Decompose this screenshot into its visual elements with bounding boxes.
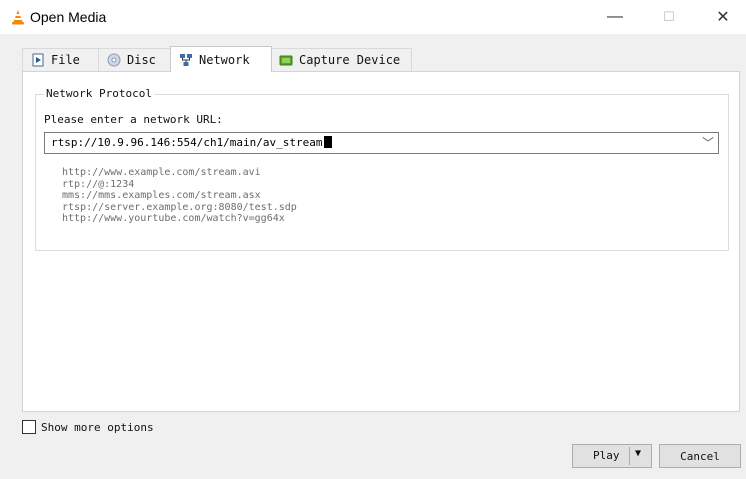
split-divider bbox=[629, 447, 630, 465]
show-more-options[interactable]: Show more options bbox=[22, 420, 154, 434]
example-urls: http://www.example.com/stream.avi rtp://… bbox=[62, 167, 297, 225]
network-url-input[interactable]: rtsp://10.9.96.146:554/ch1/main/av_strea… bbox=[51, 136, 332, 149]
tab-file-label: File bbox=[51, 53, 80, 67]
example-url: http://www.yourtube.com/watch?v=gg64x bbox=[62, 213, 285, 224]
tab-network-label: Network bbox=[199, 52, 250, 67]
chevron-down-icon[interactable]: ﹀ bbox=[702, 134, 714, 151]
network-url-combobox[interactable]: rtsp://10.9.96.146:554/ch1/main/av_strea… bbox=[44, 132, 719, 154]
tab-network[interactable]: Network bbox=[170, 46, 272, 72]
minimize-button[interactable]: — bbox=[592, 0, 638, 34]
play-button-label: Play bbox=[593, 449, 620, 462]
file-icon bbox=[32, 53, 44, 67]
example-url: mms://mms.examples.com/stream.asx bbox=[62, 190, 261, 201]
play-button[interactable]: Play ▼ bbox=[572, 444, 652, 468]
network-url-value: rtsp://10.9.96.146:554/ch1/main/av_strea… bbox=[51, 136, 323, 149]
example-url: http://www.example.com/stream.avi bbox=[62, 167, 261, 178]
tab-capture-device[interactable]: Capture Device bbox=[270, 48, 412, 71]
tab-capture-device-label: Capture Device bbox=[299, 53, 401, 67]
vlc-cone-icon bbox=[12, 10, 24, 25]
network-panel: Network Protocol Please enter a network … bbox=[22, 71, 740, 412]
tab-disc[interactable]: Disc bbox=[98, 48, 172, 71]
play-dropdown-arrow-icon[interactable]: ▼ bbox=[635, 448, 641, 459]
text-cursor bbox=[323, 136, 332, 148]
example-url: rtsp://server.example.org:8080/test.sdp bbox=[62, 201, 297, 213]
url-prompt: Please enter a network URL: bbox=[44, 113, 223, 126]
example-url: rtp://@:1234 bbox=[62, 178, 135, 190]
network-protocol-group: Network Protocol Please enter a network … bbox=[35, 87, 729, 251]
show-more-options-checkbox[interactable] bbox=[22, 420, 36, 434]
tab-file[interactable]: File bbox=[22, 48, 100, 71]
window-title: Open Media bbox=[30, 9, 107, 25]
network-protocol-legend: Network Protocol bbox=[44, 87, 154, 100]
close-button[interactable]: ✕ bbox=[700, 0, 746, 34]
disc-icon bbox=[107, 53, 121, 67]
cancel-button[interactable]: Cancel bbox=[659, 444, 741, 468]
title-bar: Open Media — ☐ ✕ bbox=[0, 0, 746, 34]
tab-disc-label: Disc bbox=[127, 53, 156, 67]
show-more-options-label: Show more options bbox=[41, 420, 154, 434]
maximize-button[interactable]: ☐ bbox=[646, 0, 692, 34]
capture-device-icon bbox=[279, 55, 293, 66]
network-icon bbox=[180, 53, 192, 66]
